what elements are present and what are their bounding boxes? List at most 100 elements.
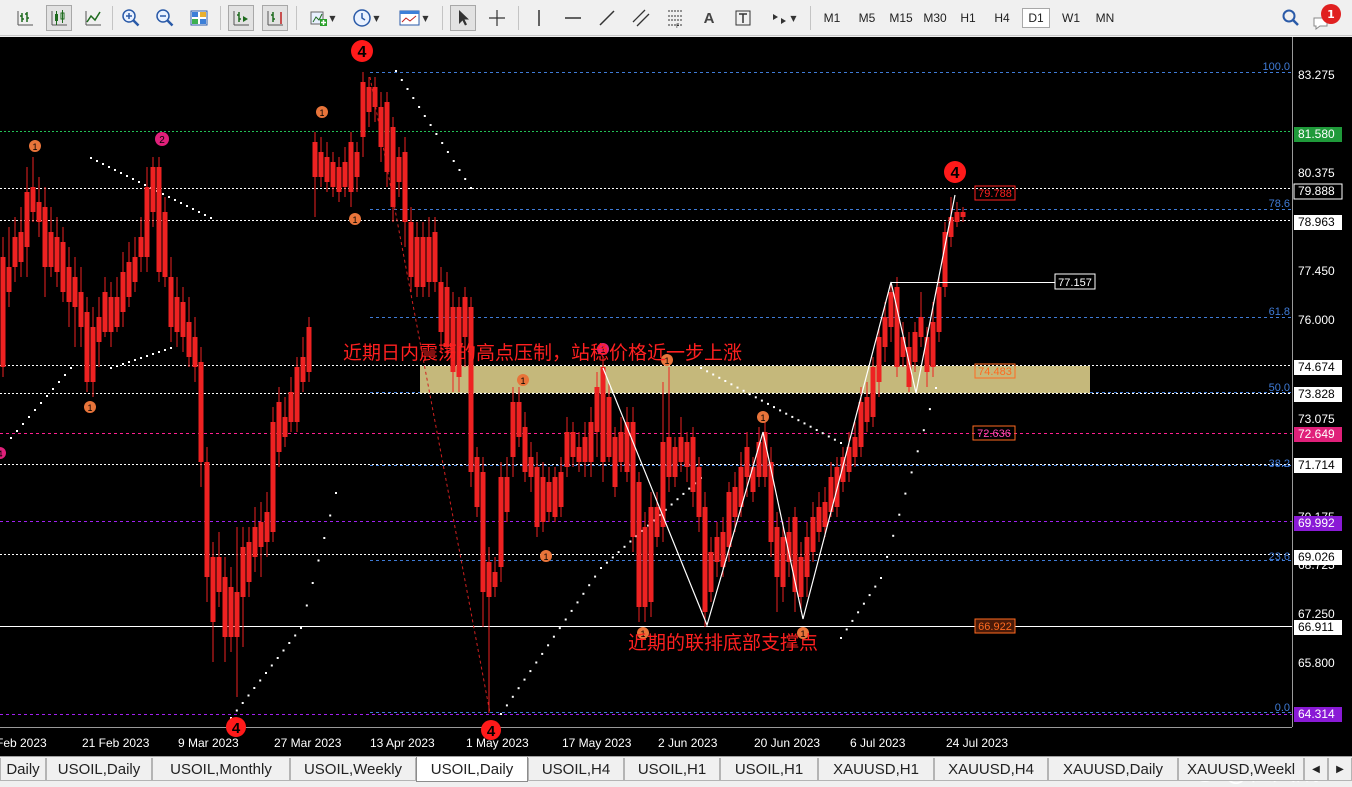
- date-label: 21 Feb 2023: [82, 736, 150, 750]
- tag-74-483: 74.483: [978, 366, 1012, 378]
- zoom-in-icon[interactable]: [118, 5, 144, 31]
- bear-candle: [870, 367, 876, 417]
- bear-candle: [162, 212, 168, 277]
- date-label: 2 Jun 2023: [658, 736, 718, 750]
- crosshair-icon[interactable]: [484, 5, 510, 31]
- tab-scroll-left-icon[interactable]: ◀: [1304, 758, 1328, 781]
- timeframe-d1[interactable]: D1: [1022, 8, 1050, 28]
- sar-dot: [317, 559, 320, 562]
- tab-5[interactable]: USOIL,H4: [528, 758, 624, 781]
- templates-icon[interactable]: ▼: [394, 5, 434, 31]
- timeframe-m5[interactable]: M5: [852, 8, 882, 28]
- tab-4[interactable]: USOIL,Daily: [416, 757, 528, 782]
- periodicity-clock-icon[interactable]: ▼: [348, 5, 384, 31]
- tab-10[interactable]: XAUUSD,Daily: [1048, 758, 1178, 781]
- bear-candle: [462, 297, 468, 337]
- sar-dot: [400, 79, 403, 81]
- bear-candle: [594, 387, 600, 432]
- sar-dot: [265, 672, 267, 674]
- sar-dot: [600, 567, 602, 569]
- notification-badge[interactable]: 1: [1321, 4, 1341, 24]
- svg-text:F: F: [676, 23, 680, 28]
- sar-dot: [276, 657, 279, 659]
- tab-7[interactable]: USOIL,H1: [720, 758, 818, 781]
- text-label-icon[interactable]: [730, 5, 756, 31]
- sar-dot: [511, 695, 514, 698]
- tag-66-922: 66.922: [978, 621, 1012, 633]
- annotation-support: 近期的联排底部支撑点: [628, 632, 818, 654]
- fibonacci-icon[interactable]: F: [662, 5, 688, 31]
- wave-1-a: 1: [32, 142, 37, 152]
- vertical-line-icon[interactable]: [526, 5, 552, 31]
- bear-candle: [336, 167, 342, 192]
- line-chart-icon[interactable]: [80, 5, 106, 31]
- tab-11[interactable]: XAUUSD,Weekl: [1178, 758, 1304, 781]
- tab-8[interactable]: XAUUSD,H1: [818, 758, 934, 781]
- bar-chart-icon[interactable]: [12, 5, 38, 31]
- sar-dot: [470, 187, 472, 189]
- tile-windows-icon[interactable]: [186, 5, 212, 31]
- tab-scroll-right-icon[interactable]: ▶: [1328, 758, 1352, 781]
- sar-dot: [880, 577, 882, 579]
- tab-1[interactable]: USOIL,Daily: [46, 758, 152, 781]
- sar-dot: [505, 704, 508, 707]
- candlestick-chart-icon[interactable]: [46, 5, 72, 31]
- horizontal-line-icon[interactable]: [560, 5, 586, 31]
- sar-dot: [840, 637, 842, 639]
- sar-dot: [180, 202, 182, 204]
- chart-shift-icon[interactable]: [228, 5, 254, 31]
- sar-dot: [16, 430, 18, 432]
- auto-scroll-icon[interactable]: [262, 5, 288, 31]
- bear-candle: [486, 562, 492, 597]
- tab-3[interactable]: USOIL,Weekly: [290, 758, 416, 781]
- indicators-dropdown[interactable]: ▼: [304, 5, 340, 31]
- channel-icon[interactable]: [628, 5, 654, 31]
- tab-0[interactable]: Daily: [0, 758, 46, 781]
- timeframe-w1[interactable]: W1: [1056, 8, 1086, 28]
- wave-2-feb: 2: [159, 135, 165, 146]
- bear-candle: [876, 337, 882, 382]
- tab-2[interactable]: USOIL,Monthly: [152, 758, 290, 781]
- bear-candle: [744, 447, 750, 477]
- timeframe-m30[interactable]: M30: [920, 8, 950, 28]
- sar-dot: [132, 178, 134, 180]
- bear-candle: [294, 367, 300, 422]
- wave-1-e: 1: [520, 376, 525, 386]
- sar-dot: [114, 169, 116, 171]
- bear-candle: [210, 557, 216, 622]
- sar-dot: [120, 172, 122, 174]
- sar-dot: [916, 450, 919, 453]
- bear-candle: [600, 367, 606, 462]
- sar-dot: [28, 416, 30, 418]
- tab-9[interactable]: XAUUSD,H4: [934, 758, 1048, 781]
- bear-candle: [246, 542, 252, 582]
- tab-6[interactable]: USOIL,H1: [624, 758, 720, 781]
- sar-dot: [435, 133, 438, 135]
- sar-dot: [423, 115, 426, 117]
- timeframe-h1[interactable]: H1: [954, 8, 982, 28]
- chart-window[interactable]: 100.0 78.6 61.8 50.0 38.2 23.6 0.0 79.78…: [0, 37, 1352, 786]
- search-icon[interactable]: [1278, 5, 1304, 31]
- text-tool[interactable]: A: [696, 5, 722, 31]
- bear-candle: [942, 232, 948, 287]
- bear-candle: [540, 477, 546, 522]
- date-label: 6 Jul 2023: [850, 736, 906, 750]
- zoom-out-icon[interactable]: [152, 5, 178, 31]
- bear-candle: [420, 237, 426, 287]
- bear-candle: [822, 502, 828, 527]
- sar-dot: [904, 492, 907, 495]
- sar-dot: [576, 601, 579, 604]
- bear-candle: [726, 492, 732, 547]
- arrows-dropdown[interactable]: ▼: [764, 5, 802, 31]
- sar-dot: [164, 349, 166, 351]
- price-label: 65.800: [1298, 656, 1335, 670]
- trendline-icon[interactable]: [594, 5, 620, 31]
- cursor-icon[interactable]: [450, 5, 476, 31]
- timeframe-mn[interactable]: MN: [1090, 8, 1120, 28]
- bear-candle: [558, 472, 564, 507]
- timeframe-m1[interactable]: M1: [818, 8, 846, 28]
- timeframe-m15[interactable]: M15: [886, 8, 916, 28]
- sar-dot: [588, 584, 591, 587]
- timeframe-h4[interactable]: H4: [988, 8, 1016, 28]
- bear-candle: [654, 507, 660, 537]
